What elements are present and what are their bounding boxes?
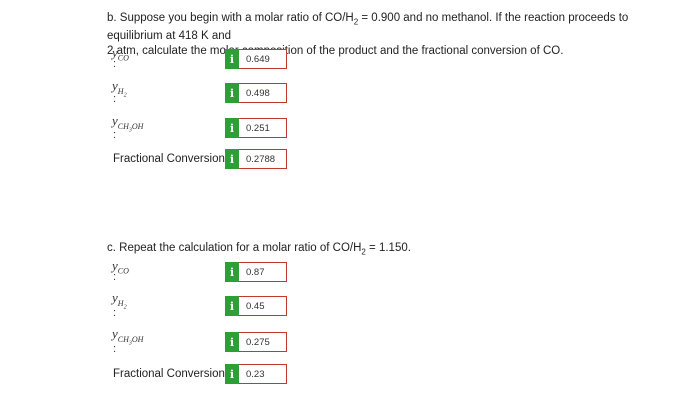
colon-c2: : <box>113 307 117 319</box>
colon-b1: : <box>113 58 117 70</box>
colon-b2: : <box>113 93 117 105</box>
info-icon[interactable]: i <box>225 83 239 103</box>
var-y-ch3oh-c: yCH3OH <box>112 326 144 347</box>
info-icon[interactable]: i <box>225 118 239 138</box>
part-c-question-text: c. Repeat the calculation for a molar ra… <box>107 242 362 254</box>
answer-value: 0.649 <box>246 53 270 65</box>
var-y-ch3oh-b: yCH3OH <box>112 113 144 134</box>
answer-value: 0.498 <box>246 87 270 99</box>
answer-y-h2-c[interactable]: i 0.45 <box>225 296 287 316</box>
info-icon[interactable]: i <box>225 364 239 384</box>
answer-y-co-b[interactable]: i 0.649 <box>225 49 287 69</box>
colon-b3: : <box>113 129 117 141</box>
answer-fractional-conversion-b[interactable]: i 0.2788 <box>225 149 287 169</box>
answer-y-h2-b[interactable]: i 0.498 <box>225 83 287 103</box>
part-c-question: c. Repeat the calculation for a molar ra… <box>107 241 667 259</box>
part-b-question-line2: 2 atm, calculate the molar composition o… <box>107 45 564 58</box>
info-icon[interactable]: i <box>225 296 239 316</box>
part-c-question-text-2: = 1.150. <box>365 242 411 254</box>
info-icon[interactable]: i <box>225 149 239 169</box>
answer-value: 0.2788 <box>246 153 276 165</box>
info-icon[interactable]: i <box>225 49 239 69</box>
answer-value: 0.23 <box>246 368 265 380</box>
answer-fractional-conversion-c[interactable]: i 0.23 <box>225 364 287 384</box>
fractional-conversion-label-b: Fractional Conversion: <box>113 153 229 165</box>
part-b-question-text: b. Suppose you begin with a molar ratio … <box>107 12 354 24</box>
answer-value: 0.275 <box>246 336 270 348</box>
answer-y-ch3oh-b[interactable]: i 0.251 <box>225 118 287 138</box>
colon-c1: : <box>113 271 117 283</box>
part-b-question: b. Suppose you begin with a molar ratio … <box>107 11 687 59</box>
answer-y-ch3oh-c[interactable]: i 0.275 <box>225 332 287 352</box>
colon-c3: : <box>113 343 117 355</box>
answer-value: 0.45 <box>246 300 265 312</box>
answer-value: 0.251 <box>246 122 270 134</box>
answer-y-co-c[interactable]: i 0.87 <box>225 262 287 282</box>
info-icon[interactable]: i <box>225 332 239 352</box>
info-icon[interactable]: i <box>225 262 239 282</box>
answer-value: 0.87 <box>246 266 265 278</box>
fractional-conversion-label-c: Fractional Conversion: <box>113 368 229 380</box>
